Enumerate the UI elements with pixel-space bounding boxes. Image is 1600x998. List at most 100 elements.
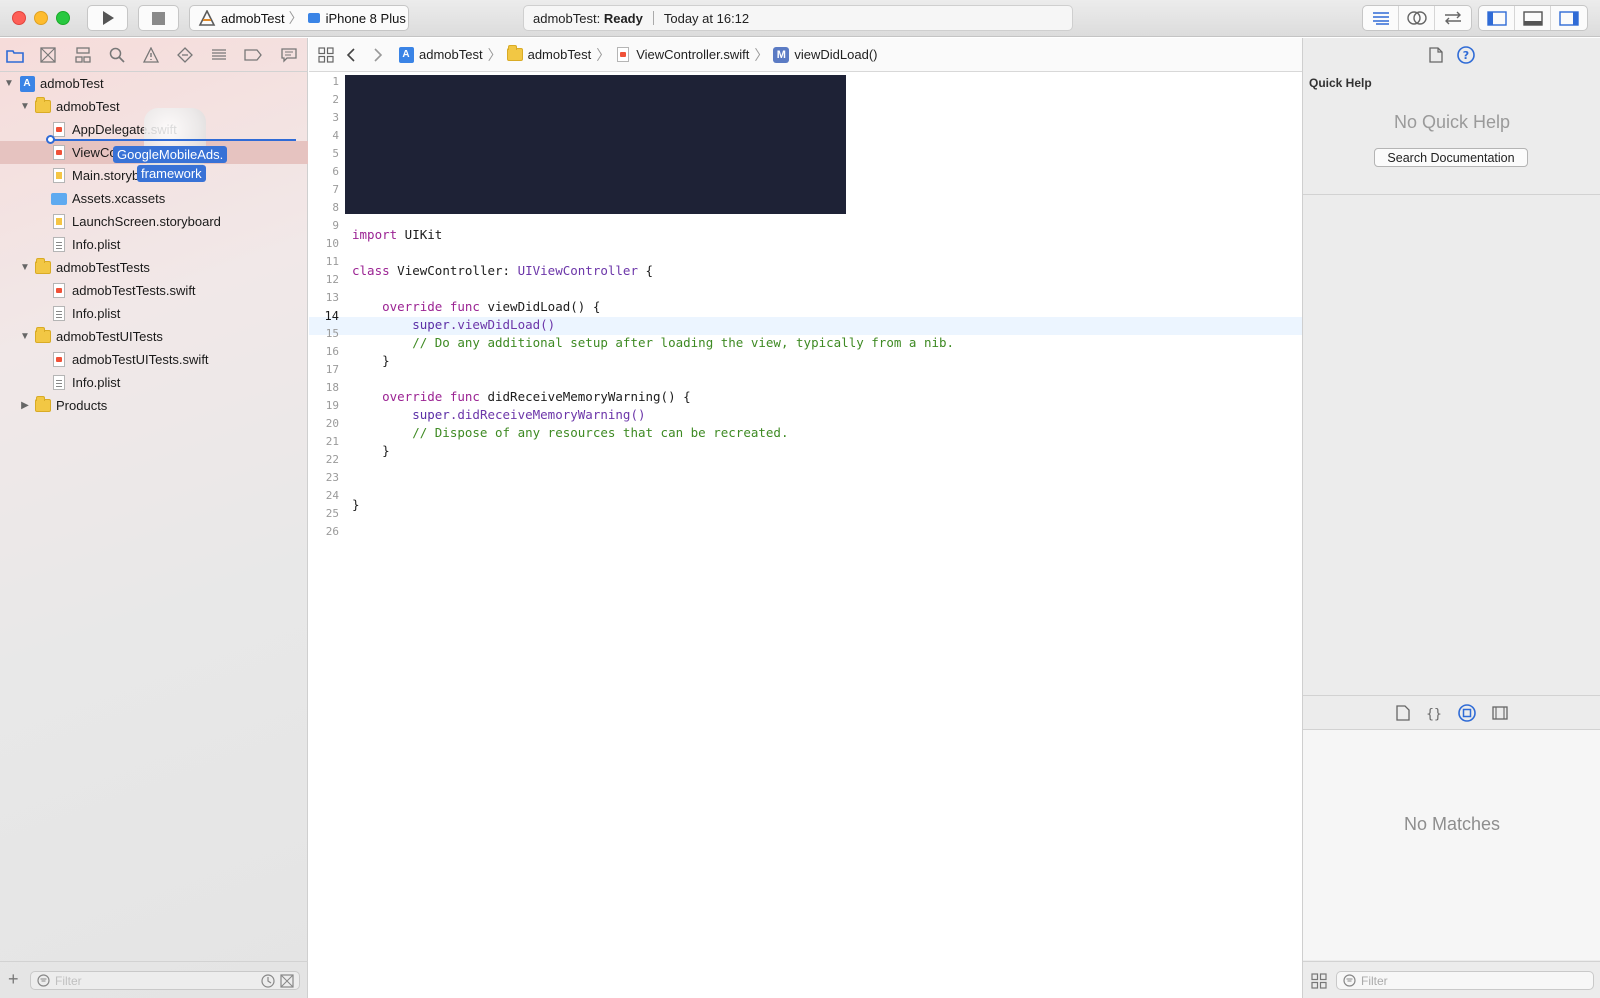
disclosure-open-icon[interactable]: ▼: [20, 101, 30, 112]
diamond-icon: [177, 47, 193, 63]
swift-file-icon: [51, 283, 67, 299]
library-filter-field[interactable]: Filter: [1336, 971, 1594, 990]
back-chevron-icon[interactable]: [346, 47, 358, 62]
tab-symbol-navigator[interactable]: [73, 45, 93, 65]
activity-status: admobTest: Ready Today at 16:12: [523, 5, 1073, 31]
search-documentation-button[interactable]: Search Documentation: [1374, 148, 1528, 167]
navigator-item[interactable]: ▼ AadmobTest: [0, 72, 308, 95]
assistant-editor-button[interactable]: [1399, 6, 1435, 30]
disclosure-closed-icon[interactable]: ▶: [20, 400, 30, 411]
project-navigator: ▼ AadmobTest ▼ admobTest AppDelegate.swift Vi…: [0, 38, 308, 998]
navigator-item[interactable]: admobTestTests.swift: [0, 279, 308, 302]
standard-editor-button[interactable]: [1363, 6, 1399, 30]
navigator-item-label: admobTestUITests.swift: [72, 352, 209, 367]
tab-source-control[interactable]: [38, 45, 58, 65]
stop-button[interactable]: [138, 5, 179, 31]
search-icon: [109, 47, 125, 63]
code-line-19: super.didReceiveMemoryWarning(): [352, 407, 646, 422]
media-library-icon[interactable]: [1492, 705, 1508, 721]
line-number: 5: [332, 147, 339, 160]
folder-icon: [6, 49, 24, 63]
jump-crumb-file[interactable]: ViewController.swift: [615, 47, 749, 63]
plist-file-icon: [51, 237, 67, 253]
toggle-inspector-button[interactable]: [1551, 6, 1587, 30]
grid-view-icon[interactable]: [1311, 973, 1327, 989]
add-file-button[interactable]: +: [8, 970, 19, 988]
jump-crumb-project[interactable]: A admobTest: [398, 46, 483, 63]
jump-crumb-group[interactable]: admobTest: [506, 45, 592, 63]
navigator-item-label: ViewCo: [72, 145, 117, 160]
line-number: 19: [325, 399, 339, 412]
right-panel-icon: [1559, 10, 1579, 26]
source-control-filter-icon[interactable]: [280, 973, 294, 988]
line-number: 15: [325, 327, 339, 340]
library-filter-placeholder: Filter: [1361, 973, 1388, 988]
navigator-item[interactable]: Info.plist: [0, 302, 308, 325]
navigator-item[interactable]: Info.plist: [0, 371, 308, 394]
toggle-debug-area-button[interactable]: [1515, 6, 1551, 30]
maximize-window-button[interactable]: [56, 11, 70, 25]
object-library-icon[interactable]: [1458, 703, 1476, 722]
line-number: 14: [324, 309, 339, 323]
tab-find-navigator[interactable]: [107, 45, 127, 65]
minimize-window-button[interactable]: [34, 11, 48, 25]
code-line-21: }: [352, 443, 390, 458]
line-number: 4: [332, 129, 339, 142]
code-snippet-icon[interactable]: {}: [1426, 705, 1442, 721]
file-template-icon[interactable]: [1396, 704, 1410, 721]
disclosure-open-icon[interactable]: ▼: [20, 262, 30, 273]
navigator-item[interactable]: ▶ Products: [0, 394, 308, 417]
close-window-button[interactable]: [12, 11, 26, 25]
disclosure-open-icon[interactable]: ▼: [4, 78, 14, 89]
scheme-selector[interactable]: admobTest 〉 iPhone 8 Plus: [189, 5, 409, 31]
folder-icon: [35, 97, 51, 115]
no-matches-text: No Matches: [1403, 814, 1501, 834]
navigator-item[interactable]: Assets.xcassets: [0, 187, 308, 210]
navigator-filter-field[interactable]: Filter: [30, 971, 300, 990]
code-line-20: // Dispose of any resources that can be …: [352, 425, 789, 440]
related-items-icon[interactable]: [318, 46, 334, 63]
tab-breakpoint-navigator[interactable]: [243, 45, 263, 65]
jump-crumb-method[interactable]: M viewDidLoad(): [773, 46, 877, 63]
plist-file-icon: [51, 375, 67, 391]
navigator-item[interactable]: LaunchScreen.storyboard: [0, 210, 308, 233]
code-line-11: class ViewController: UIViewController {: [352, 263, 654, 278]
recent-files-icon[interactable]: [261, 973, 275, 988]
folder-icon: [35, 396, 51, 414]
status-time: Today at 16:12: [663, 10, 750, 26]
line-number: 22: [325, 453, 339, 466]
redacted-header-block: [345, 75, 846, 214]
tab-issue-navigator[interactable]: [141, 45, 161, 65]
jump-crumb-file-label: ViewController.swift: [636, 47, 750, 62]
inspector-tabs: ?: [1303, 38, 1600, 72]
toggle-navigator-button[interactable]: [1479, 6, 1515, 30]
crumb-separator-icon: 〉: [596, 46, 611, 63]
navigator-item[interactable]: ▼ admobTestTests: [0, 256, 308, 279]
navigator-item[interactable]: Info.plist: [0, 233, 308, 256]
editor-jump-bar: A admobTest 〉 admobTest 〉 ViewController…: [309, 38, 1302, 72]
source-editor[interactable]: 1 2 3 4 5 6 7 8 9 10 11 12 13 14 15 16 17 18 19 20 21 22 23 24 2…: [309, 72, 1302, 998]
tab-test-navigator[interactable]: [175, 45, 195, 65]
file-inspector-icon[interactable]: [1429, 47, 1443, 63]
navigator-item[interactable]: ▼ admobTestUITests: [0, 325, 308, 348]
status-project: admobTest:: [533, 10, 601, 26]
run-button[interactable]: [87, 5, 128, 31]
navigator-item[interactable]: admobTestUITests.swift: [0, 348, 308, 371]
filter-icon: [37, 974, 50, 987]
line-number: 7: [332, 183, 339, 196]
code-line-15: // Do any additional setup after loading…: [352, 335, 955, 350]
panel-visibility-control: [1478, 5, 1588, 31]
filter-icon: [1343, 974, 1356, 987]
quick-help-icon[interactable]: ?: [1457, 46, 1475, 64]
forward-chevron-icon[interactable]: [372, 47, 384, 62]
navigator-item-label: Info.plist: [72, 306, 121, 321]
disclosure-open-icon[interactable]: ▼: [20, 331, 30, 342]
tab-report-navigator[interactable]: [279, 45, 299, 65]
navigator-item-label: Assets.xcassets: [72, 191, 166, 206]
drag-label-line1: GoogleMobileAds.: [113, 146, 228, 163]
version-editor-button[interactable]: [1435, 6, 1471, 30]
tab-project-navigator[interactable]: [5, 45, 25, 65]
stop-icon: [152, 11, 165, 25]
tab-debug-navigator[interactable]: [209, 45, 229, 65]
jump-crumb-group-label: admobTest: [527, 47, 592, 62]
